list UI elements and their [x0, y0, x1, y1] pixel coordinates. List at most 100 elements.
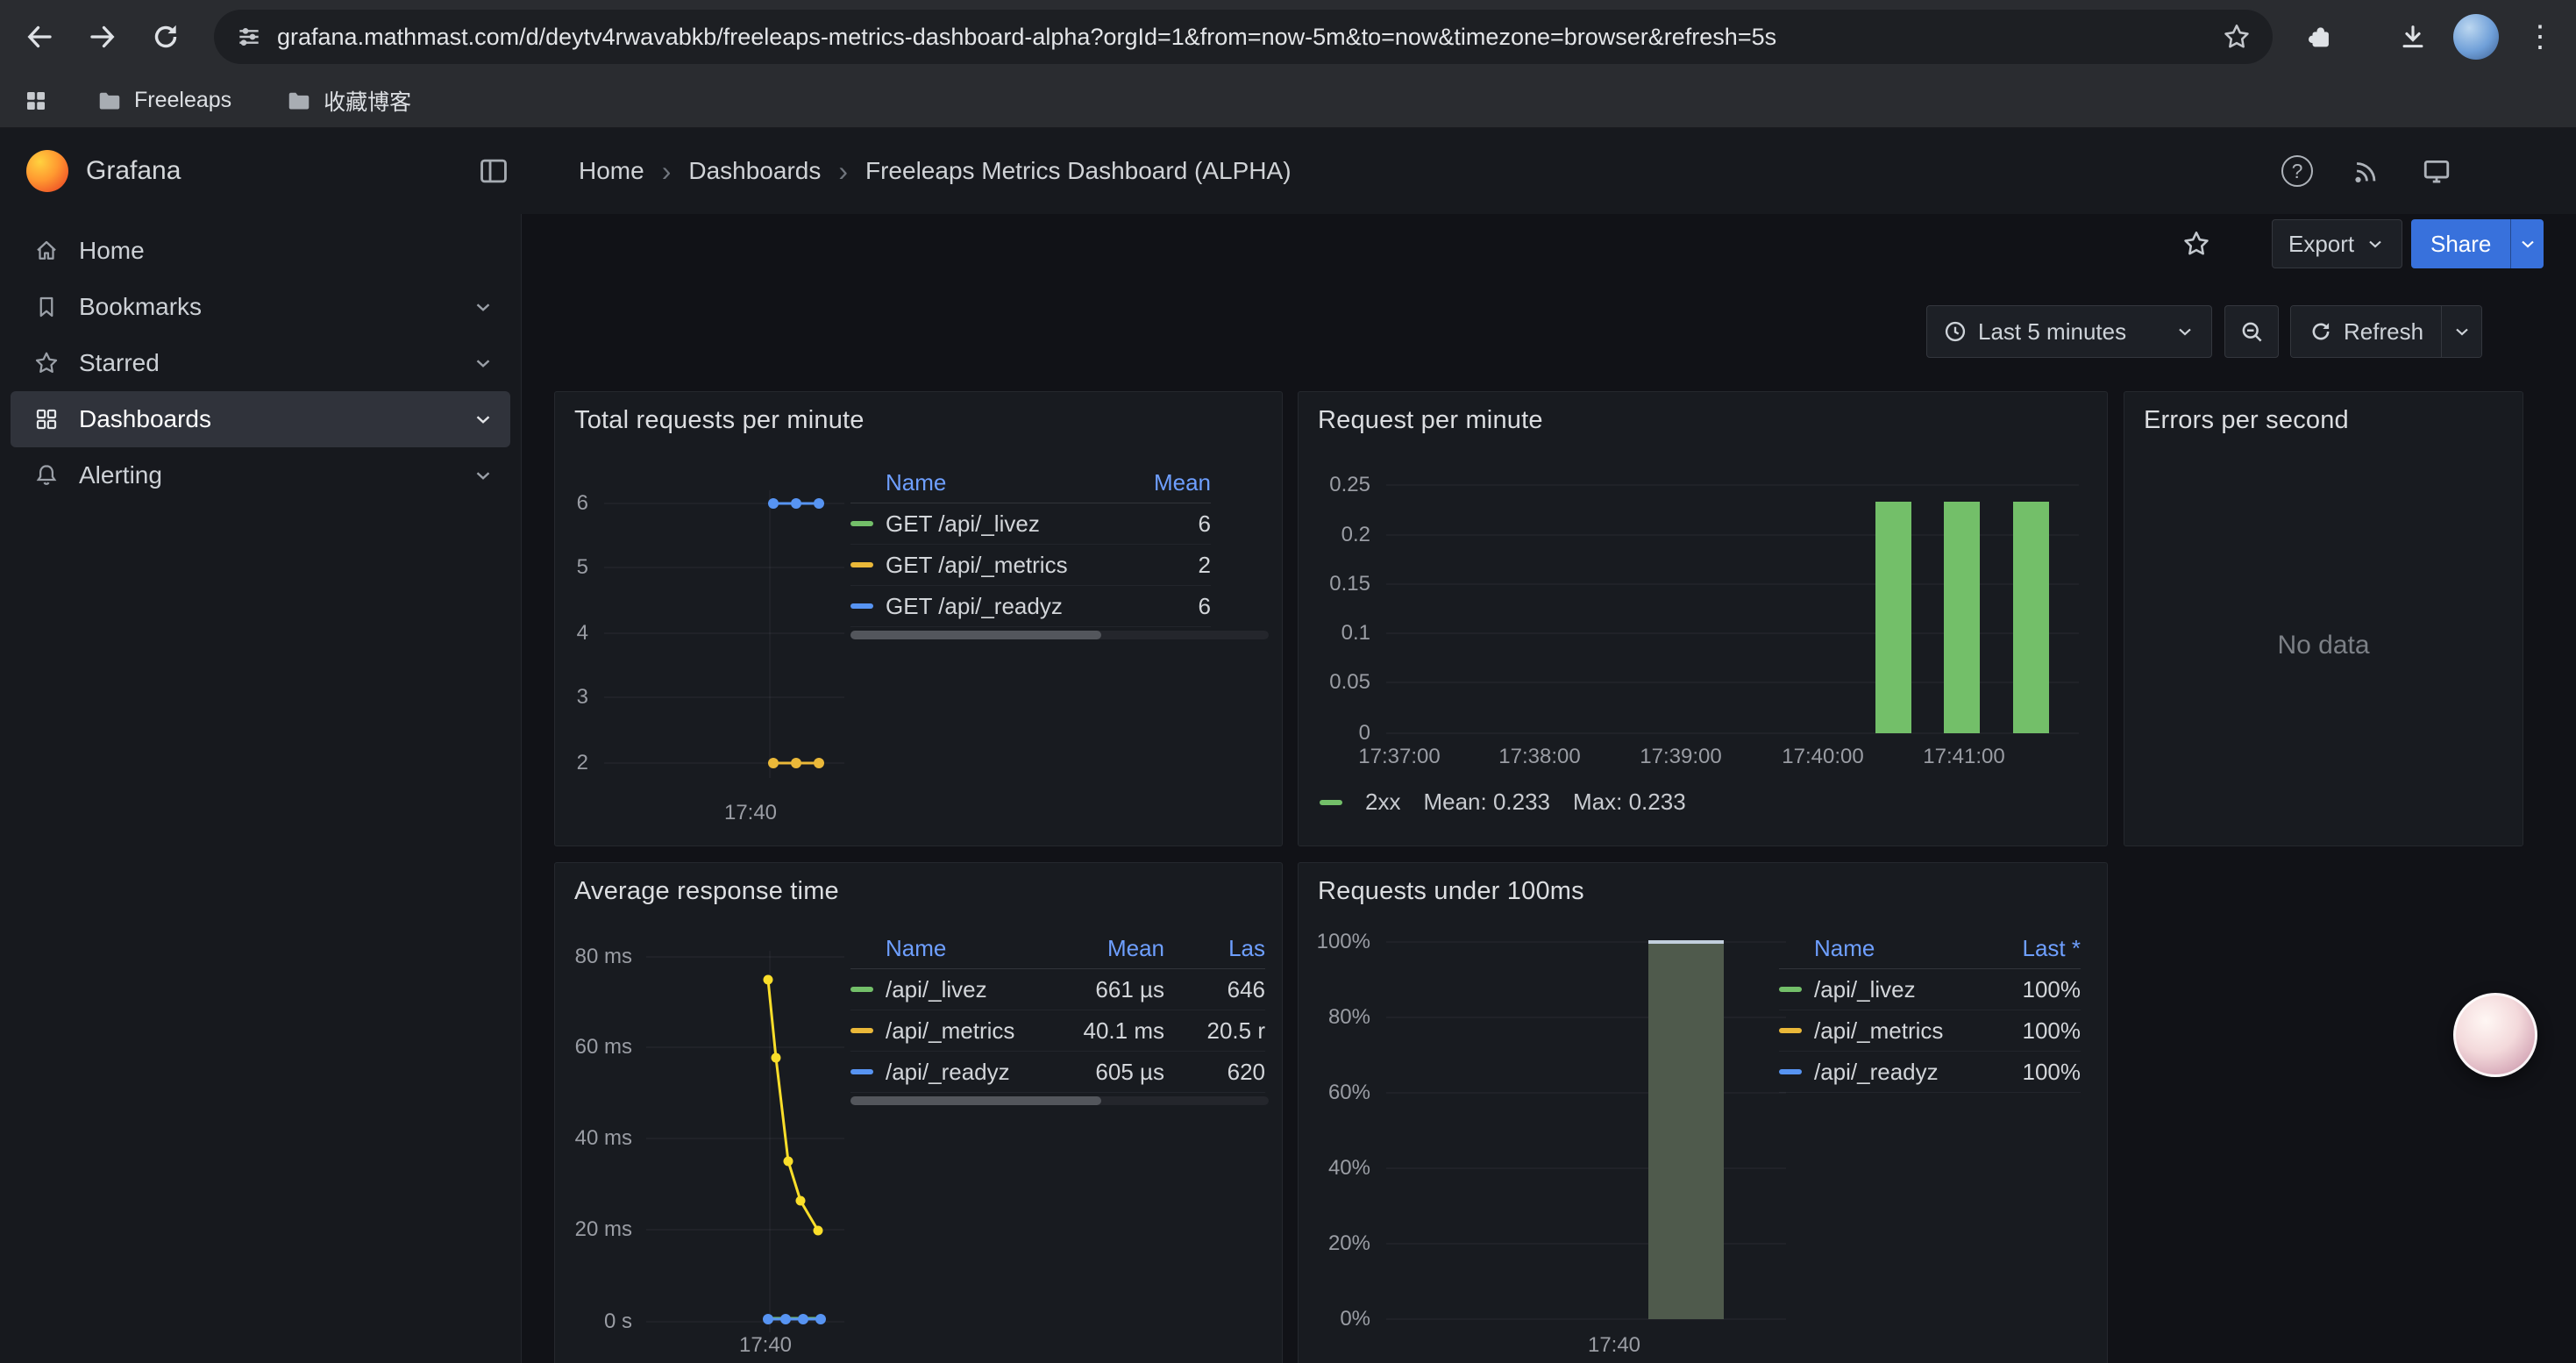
sidebar-item-label: Dashboards — [79, 405, 211, 433]
zoom-out-icon[interactable] — [2224, 305, 2279, 358]
apps-grid-icon[interactable] — [23, 88, 49, 114]
sidebar-toggle-icon[interactable] — [473, 151, 514, 191]
breadcrumb-home[interactable]: Home — [579, 157, 644, 185]
breadcrumb-dashboards[interactable]: Dashboards — [688, 157, 821, 185]
series-mean: 661 µs — [1059, 976, 1164, 1003]
browser-nav-buttons — [14, 0, 191, 74]
legend-col-name[interactable]: Name — [886, 469, 1132, 496]
panel-title[interactable]: Total requests per minute — [574, 406, 865, 435]
x-tick: 17:40 — [704, 1333, 827, 1358]
bookmark-star-icon[interactable] — [2222, 22, 2252, 52]
floating-assistant-avatar[interactable] — [2453, 993, 2537, 1077]
breadcrumb-current: Freeleaps Metrics Dashboard (ALPHA) — [865, 157, 1292, 185]
x-tick: 17:38:00 — [1474, 745, 1605, 769]
panel-title[interactable]: Average response time — [574, 877, 839, 906]
y-tick: 0.2 — [1300, 523, 1370, 547]
sidebar-item-bookmarks[interactable]: Bookmarks — [11, 279, 510, 335]
share-button[interactable]: Share — [2411, 219, 2510, 268]
panel-title[interactable]: Requests under 100ms — [1318, 877, 1584, 906]
refresh-label: Refresh — [2344, 318, 2423, 346]
legend-row[interactable]: /api/_livez 100% — [1779, 969, 2081, 1010]
legend-scrollbar[interactable] — [850, 1096, 1269, 1105]
x-tick: 17:41:00 — [1898, 745, 2030, 769]
browser-profile-avatar[interactable] — [2453, 14, 2499, 60]
downloads-icon[interactable] — [2387, 11, 2438, 62]
tv-mode-icon[interactable] — [2417, 152, 2456, 190]
legend-row[interactable]: /api/_metrics 40.1 ms 20.5 r — [850, 1010, 1265, 1052]
grafana-header: Grafana Home › Dashboards › Freeleaps Me… — [0, 128, 2576, 214]
y-tick: 20 ms — [555, 1217, 632, 1242]
extensions-icon[interactable] — [2295, 11, 2345, 62]
brand: Grafana — [26, 128, 181, 214]
series-name: /api/_readyz — [1814, 1059, 1984, 1086]
refresh-interval-icon[interactable] — [2441, 306, 2481, 357]
time-range-picker[interactable]: Last 5 minutes — [1926, 305, 2212, 358]
legend-table: Name Last * /api/_livez 100% /api/_metri… — [1779, 928, 2081, 1093]
bookmark-folder-blogs[interactable]: 收藏博客 — [286, 85, 411, 117]
scrollbar-thumb[interactable] — [850, 631, 1101, 639]
legend-col-last[interactable]: Las — [1164, 935, 1265, 962]
y-tick: 0.1 — [1300, 621, 1370, 646]
legend-col-mean[interactable]: Mean — [1059, 935, 1164, 962]
grid-icon — [33, 406, 60, 432]
scrollbar-thumb[interactable] — [850, 1096, 1101, 1105]
sidebar-item-starred[interactable]: Starred — [11, 335, 510, 391]
y-tick: 80% — [1300, 1005, 1370, 1030]
series-name: /api/_metrics — [886, 1017, 1059, 1045]
series-last: 100% — [1984, 1059, 2081, 1086]
grafana-logo-icon[interactable] — [26, 150, 68, 192]
series-name: GET /api/_readyz — [886, 593, 1132, 620]
sidebar-item-alerting[interactable]: Alerting — [11, 447, 510, 503]
legend-row[interactable]: /api/_metrics 100% — [1779, 1010, 2081, 1052]
reload-icon[interactable] — [140, 11, 191, 62]
back-icon[interactable] — [14, 11, 65, 62]
legend-scrollbar[interactable] — [850, 631, 1269, 639]
browser-menu-icon[interactable]: ⋮ — [2515, 11, 2565, 62]
legend-col-name[interactable]: Name — [886, 935, 1059, 962]
series-mean: Mean: 0.233 — [1423, 789, 1550, 816]
sidebar-item-label: Alerting — [79, 461, 162, 489]
y-tick: 40% — [1300, 1156, 1370, 1181]
legend-col-last[interactable]: Last * — [1984, 935, 2081, 962]
share-menu-icon[interactable] — [2510, 219, 2544, 268]
help-icon[interactable]: ? — [2278, 152, 2316, 190]
panel-title[interactable]: Request per minute — [1318, 406, 1543, 435]
bookmark-folder-freeleaps[interactable]: Freeleaps — [96, 88, 231, 114]
series-mean: 6 — [1132, 510, 1211, 538]
legend-header: Name Last * — [1779, 928, 2081, 969]
legend-col-mean[interactable]: Mean — [1132, 469, 1211, 496]
sidebar: Home Bookmarks Starred Dashboards Alerti… — [0, 214, 522, 1363]
favorite-star-icon[interactable] — [2175, 221, 2217, 267]
refresh-button[interactable]: Refresh — [2291, 306, 2441, 357]
refresh-icon — [2309, 319, 2333, 344]
legend-row[interactable]: GET /api/_readyz 6 — [850, 586, 1211, 627]
chevron-down-icon[interactable] — [472, 408, 495, 431]
legend-table: Name Mean Las /api/_livez 661 µs 646 /ap… — [850, 928, 1269, 1093]
sidebar-item-dashboards[interactable]: Dashboards — [11, 391, 510, 447]
sidebar-item-home[interactable]: Home — [11, 223, 510, 279]
panel-request-per-minute: Request per minute 0.25 0.2 0.15 0.1 0.0… — [1298, 391, 2108, 846]
legend-row[interactable]: /api/_livez 661 µs 646 — [850, 969, 1265, 1010]
chevron-down-icon[interactable] — [472, 296, 495, 318]
panel-title[interactable]: Errors per second — [2144, 406, 2349, 435]
panel-requests-under-100ms: Requests under 100ms 100% 80% 60% 40% 20… — [1298, 862, 2108, 1363]
panel-errors-per-second: Errors per second No data — [2124, 391, 2523, 846]
breadcrumb: Home › Dashboards › Freeleaps Metrics Da… — [579, 128, 1292, 214]
export-button[interactable]: Export — [2272, 219, 2402, 268]
legend-row[interactable]: GET /api/_livez 6 — [850, 503, 1211, 545]
legend-row[interactable]: /api/_readyz 605 µs 620 — [850, 1052, 1265, 1093]
chevron-down-icon[interactable] — [472, 352, 495, 375]
legend-col-name[interactable]: Name — [1814, 935, 1984, 962]
breadcrumb-separator-icon: › — [662, 157, 672, 185]
chevron-down-icon[interactable] — [472, 464, 495, 487]
legend-row[interactable]: /api/_readyz 100% — [1779, 1052, 2081, 1093]
series-name[interactable]: 2xx — [1365, 789, 1400, 816]
site-info-icon[interactable] — [235, 23, 263, 51]
y-tick: 80 ms — [555, 945, 632, 969]
forward-icon[interactable] — [77, 11, 128, 62]
legend-row[interactable]: GET /api/_metrics 2 — [850, 545, 1211, 586]
screen: grafana.mathmast.com/d/deytv4rwavabkb/fr… — [0, 0, 2576, 1363]
news-rss-icon[interactable] — [2346, 152, 2385, 190]
home-icon — [33, 238, 60, 264]
address-bar[interactable]: grafana.mathmast.com/d/deytv4rwavabkb/fr… — [214, 10, 2273, 64]
